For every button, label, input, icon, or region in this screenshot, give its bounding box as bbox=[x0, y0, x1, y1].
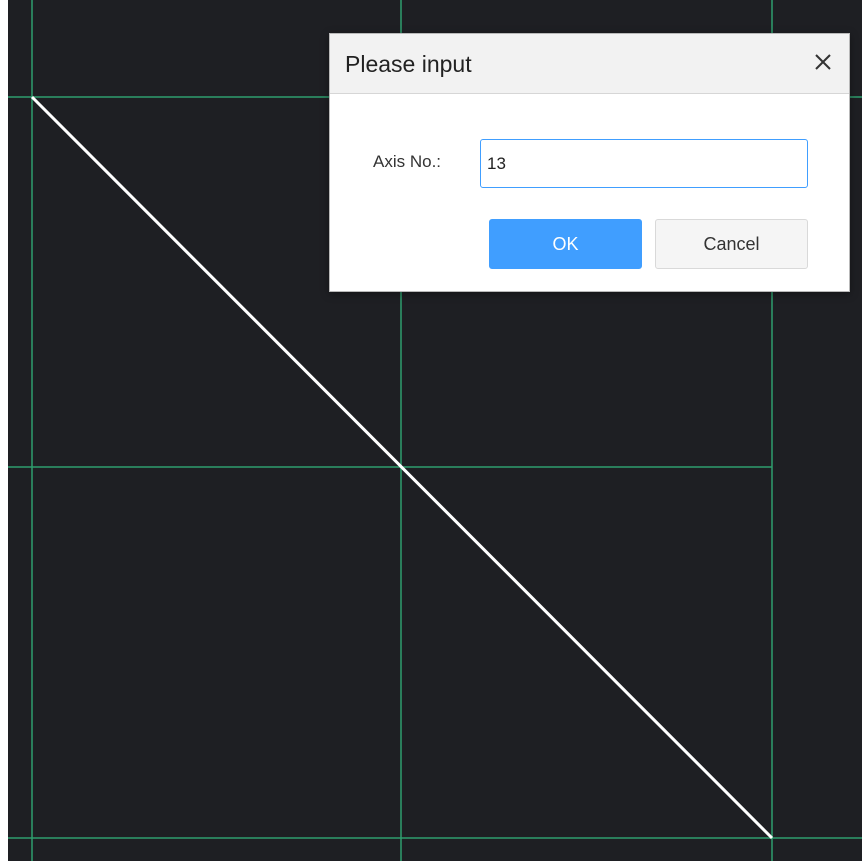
ok-button[interactable]: OK bbox=[489, 219, 642, 269]
dialog-header: Please input bbox=[330, 34, 849, 94]
axis-number-label: Axis No.: bbox=[373, 152, 442, 171]
close-button[interactable] bbox=[809, 48, 837, 76]
axis-number-input[interactable] bbox=[480, 139, 808, 188]
close-icon bbox=[815, 54, 831, 70]
dialog-title: Please input bbox=[345, 51, 472, 77]
input-dialog: Please input Axis No.: OK Cancel bbox=[329, 33, 850, 292]
cancel-button[interactable]: Cancel bbox=[655, 219, 808, 269]
app-viewport: Please input Axis No.: OK Cancel bbox=[0, 0, 862, 861]
